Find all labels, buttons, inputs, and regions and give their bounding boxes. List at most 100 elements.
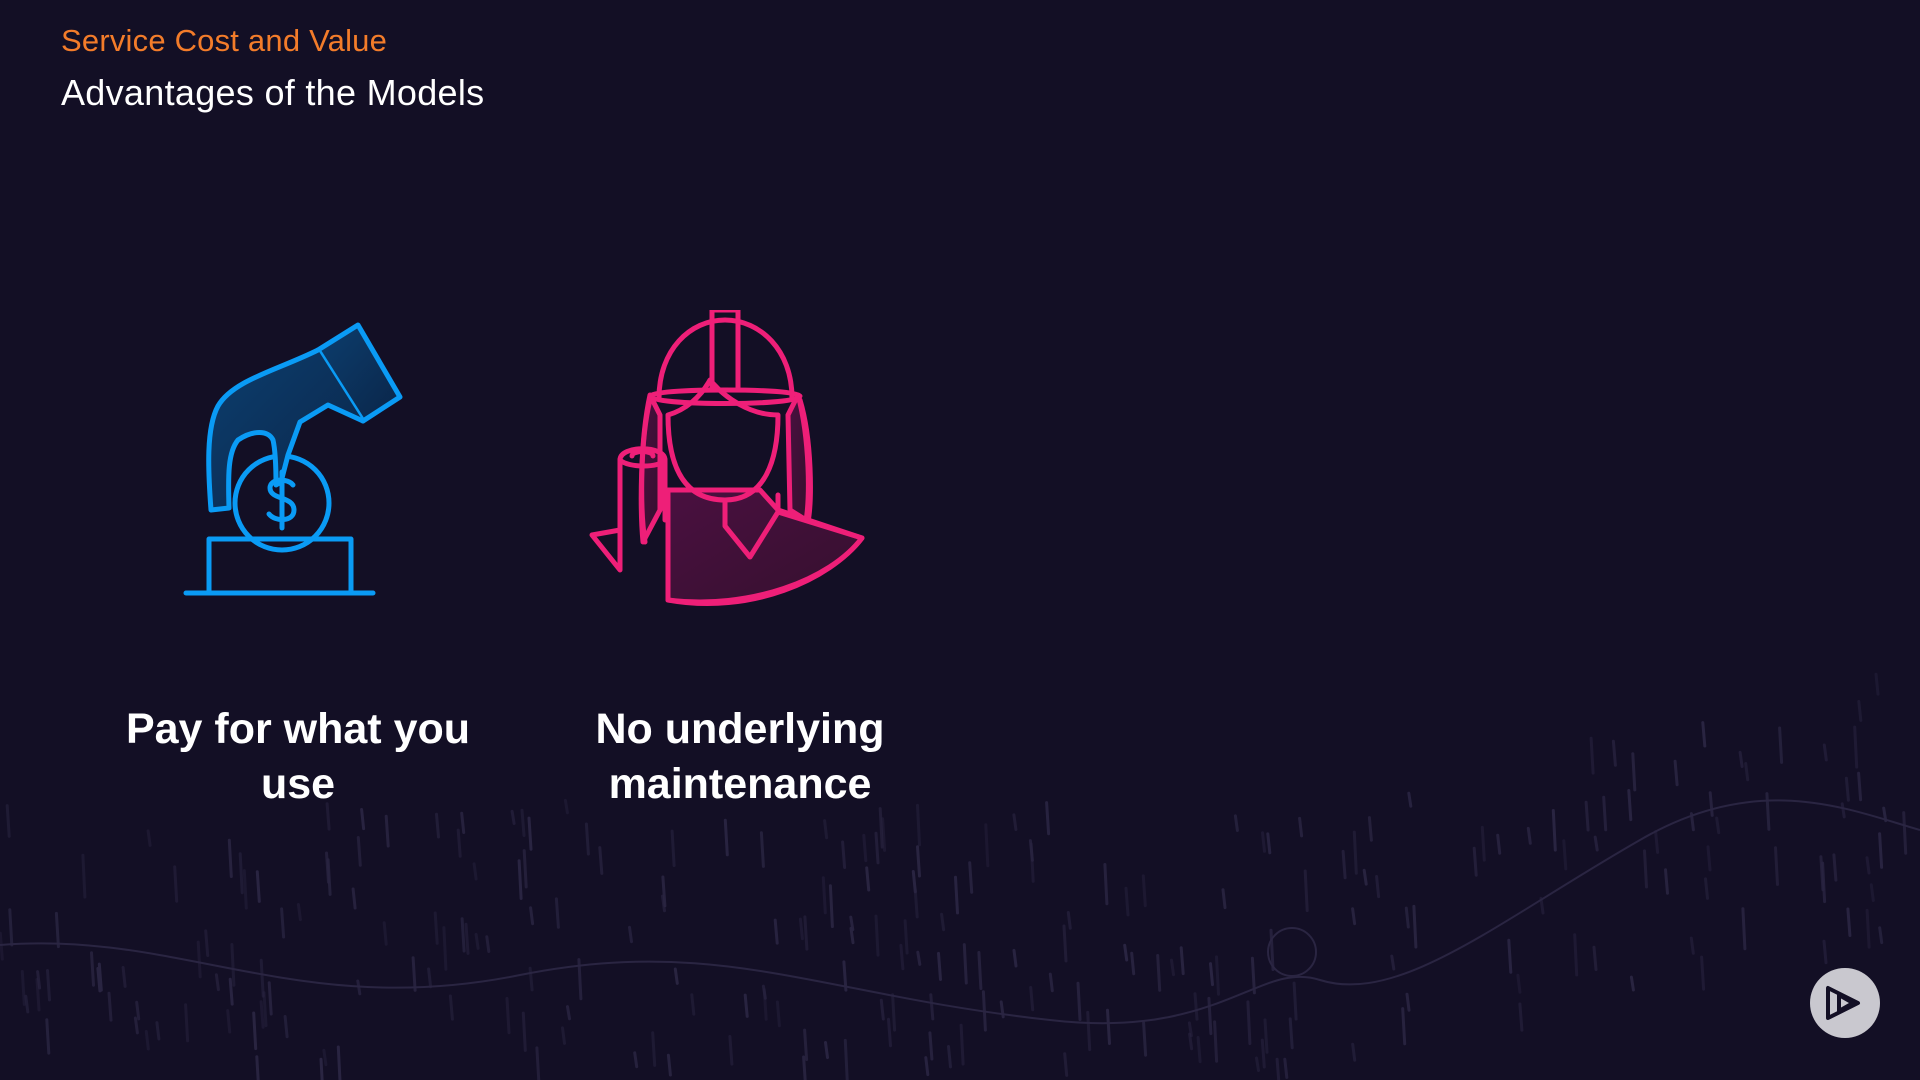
texture-dash xyxy=(666,1053,672,1077)
texture-dash xyxy=(1124,886,1130,917)
texture-dash xyxy=(841,840,847,869)
texture-dash xyxy=(1123,943,1129,962)
texture-dash xyxy=(1028,839,1034,862)
texture-dash xyxy=(135,1000,141,1021)
texture-dash xyxy=(296,903,302,922)
texture-dash xyxy=(849,915,855,932)
texture-dash xyxy=(1012,948,1018,968)
texture-dash xyxy=(1412,904,1418,949)
texture-dash xyxy=(283,1015,289,1039)
texture-dash xyxy=(474,932,480,950)
texture-dash xyxy=(929,993,935,1021)
texture-dash xyxy=(1261,831,1266,853)
texture-dash xyxy=(1375,875,1381,899)
texture-dash xyxy=(1362,868,1368,886)
texture-dash xyxy=(1706,845,1712,872)
texture-dash xyxy=(144,1030,150,1051)
texture-dash xyxy=(1233,814,1239,832)
texture-dash xyxy=(661,875,667,908)
play-logo-icon xyxy=(1810,968,1880,1038)
texture-dash xyxy=(1066,911,1072,930)
texture-dash xyxy=(1045,801,1051,836)
slide-title: Advantages of the Models xyxy=(61,72,485,113)
texture-dash xyxy=(1765,792,1771,831)
texture-dash xyxy=(255,870,261,903)
texture-dash xyxy=(384,814,390,848)
texture-dash xyxy=(947,1045,952,1069)
texture-dash xyxy=(1130,951,1136,976)
texture-dash xyxy=(1822,939,1828,965)
texture-dash xyxy=(1643,849,1648,889)
texture-dash xyxy=(1263,1018,1269,1054)
texture-dash xyxy=(1819,855,1825,892)
texture-dash xyxy=(1611,739,1617,767)
texture-dash xyxy=(628,925,633,944)
texture-dash xyxy=(336,1045,342,1080)
texture-dash xyxy=(485,935,491,953)
texture-dash xyxy=(1857,771,1863,802)
texture-dash xyxy=(903,919,909,955)
texture-dash xyxy=(46,969,51,1002)
texture-dash xyxy=(1196,1036,1202,1064)
texture-dash xyxy=(1255,1056,1260,1072)
texture-dash xyxy=(1351,1042,1357,1062)
texture-dash xyxy=(1518,1002,1524,1032)
texture-dash xyxy=(133,1016,139,1035)
texture-dash xyxy=(280,907,286,939)
texture-dash xyxy=(228,977,234,1006)
texture-dash xyxy=(529,906,535,926)
texture-dash xyxy=(1844,776,1850,802)
texture-dash xyxy=(411,956,417,992)
texture-dash xyxy=(928,1031,934,1061)
texture-dash xyxy=(1209,962,1214,987)
texture-dash xyxy=(1156,954,1162,992)
texture-dash xyxy=(1269,928,1275,971)
texture-dash xyxy=(1221,888,1227,910)
texture-dash xyxy=(1526,826,1532,845)
texture-dash xyxy=(252,1011,258,1051)
texture-dash xyxy=(464,922,470,955)
texture-dash xyxy=(821,876,827,915)
texture-dash xyxy=(1288,1017,1294,1050)
texture-dash xyxy=(743,993,749,1018)
caption-line: No underlying xyxy=(595,705,885,753)
texture-dash xyxy=(798,917,804,941)
texture-dash xyxy=(962,943,968,985)
advantage-caption: Pay for what you use xyxy=(78,702,518,812)
texture-dash xyxy=(1602,795,1608,832)
texture-dash xyxy=(899,943,905,971)
texture-dash xyxy=(230,943,236,987)
texture-dash xyxy=(107,991,113,1022)
texture-dash xyxy=(0,931,4,961)
texture-dash xyxy=(887,1017,892,1048)
texture-dash xyxy=(184,1003,190,1043)
texture-dash xyxy=(1689,936,1695,955)
texture-dash xyxy=(528,966,534,992)
caption-line: use xyxy=(260,760,336,808)
texture-dash xyxy=(1874,672,1880,696)
texture-dash xyxy=(1029,986,1035,1012)
background-texture xyxy=(0,672,1920,1080)
texture-dash xyxy=(1298,816,1304,838)
texture-dash xyxy=(842,960,848,992)
texture-dash xyxy=(1213,1020,1219,1063)
texture-dash xyxy=(1367,816,1373,842)
texture-dash xyxy=(1857,700,1863,722)
texture-dash xyxy=(1704,877,1709,900)
texture-dash xyxy=(1341,849,1347,880)
texture-dash xyxy=(874,831,880,865)
texture-dash xyxy=(510,809,516,825)
texture-dash xyxy=(1629,975,1635,992)
texture-dash xyxy=(448,994,454,1021)
texture-dash xyxy=(1865,856,1871,875)
texture-dash xyxy=(1076,981,1082,1021)
texture-dash xyxy=(1573,933,1579,977)
texture-dash xyxy=(527,816,533,851)
texture-dash xyxy=(554,897,560,929)
texture-dash xyxy=(759,831,765,868)
texture-dash xyxy=(259,1000,265,1029)
texture-dash xyxy=(1472,846,1478,877)
texture-dash xyxy=(828,884,834,928)
texture-dash xyxy=(1738,750,1744,768)
texture-dash xyxy=(521,1011,527,1052)
